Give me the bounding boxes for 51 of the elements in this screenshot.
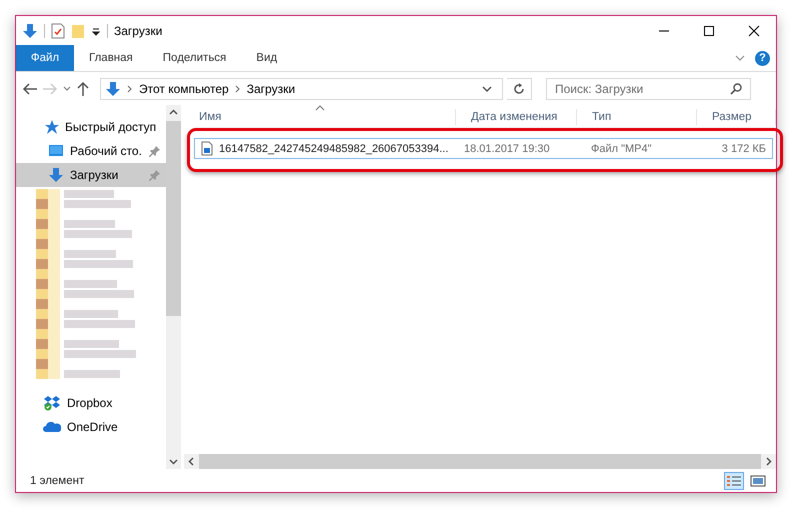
- checklist-icon[interactable]: [51, 22, 65, 38]
- search-field[interactable]: Поиск: Загрузки: [546, 78, 751, 100]
- monitor-icon: [48, 143, 64, 159]
- file-menu-tab[interactable]: Файл: [16, 45, 74, 71]
- search-icon: [730, 82, 742, 94]
- ribbon-tab[interactable]: Главная: [74, 45, 148, 71]
- nav-item[interactable]: Быстрый доступ: [16, 115, 166, 139]
- close-icon[interactable]: [748, 24, 760, 36]
- video-file-icon: [201, 141, 213, 156]
- download-arrow-icon: [22, 22, 38, 38]
- column-header[interactable]: Имя: [184, 109, 456, 125]
- details-view-icon: [726, 474, 742, 486]
- nav-item[interactable]: Рабочий сто.: [16, 139, 166, 163]
- cloud-icon: [43, 421, 61, 433]
- preview-view-icon: [750, 474, 766, 486]
- file-row[interactable]: 16147582_242745249485982_26067053394... 18.01.2017 19:30 Файл "MP4" 3 172 КБ: [194, 138, 773, 159]
- table-cell-text: 3 172 КБ: [720, 142, 767, 154]
- chevron-right-icon[interactable]: [127, 84, 133, 92]
- breadcrumb[interactable]: Этот компьютер: [139, 82, 229, 96]
- table-cell-text: Файл "MP4": [590, 142, 653, 154]
- scroll-thumb[interactable]: [166, 121, 181, 316]
- back-arrow-icon[interactable]: [22, 82, 38, 96]
- download-arrow-icon: [48, 167, 64, 183]
- chevron-down-icon[interactable]: [62, 84, 72, 92]
- ribbon-tab[interactable]: Вид: [241, 45, 292, 71]
- table-cell-text: 18.01.2017 19:30: [463, 142, 551, 154]
- dropbox-icon: [43, 395, 61, 411]
- star-icon: [43, 119, 59, 135]
- breadcrumb[interactable]: Загрузки: [246, 82, 296, 96]
- refresh-icon: [513, 82, 525, 94]
- file-name: 16147582_242745249485982_26067053394...: [219, 142, 448, 154]
- scrollbar[interactable]: [166, 105, 181, 469]
- download-arrow-icon: [105, 80, 121, 96]
- ribbon-tab[interactable]: Поделиться: [148, 45, 242, 71]
- item-count: 1 элемент: [30, 474, 84, 486]
- help-button[interactable]: ?: [755, 50, 770, 66]
- column-header[interactable]: Тип: [577, 109, 697, 125]
- chevron-down-icon[interactable]: [735, 54, 745, 62]
- window-title: Загрузки: [114, 24, 162, 38]
- view-button[interactable]: [724, 472, 744, 490]
- nav-item[interactable]: OneDrive: [16, 415, 166, 439]
- up-arrow-icon[interactable]: [76, 80, 90, 96]
- column-header[interactable]: Дата изменения: [456, 109, 577, 125]
- column-header[interactable]: Размер: [697, 109, 776, 125]
- address-bar[interactable]: Этот компьютер Загрузки: [100, 78, 503, 100]
- maximize-icon[interactable]: [702, 24, 714, 36]
- nav-item[interactable]: Загрузки: [16, 163, 166, 187]
- refresh-button[interactable]: [507, 78, 532, 100]
- chevron-down-icon[interactable]: [482, 84, 492, 92]
- chevron-right-icon[interactable]: [234, 84, 241, 92]
- nav-item[interactable]: Dropbox: [16, 391, 166, 415]
